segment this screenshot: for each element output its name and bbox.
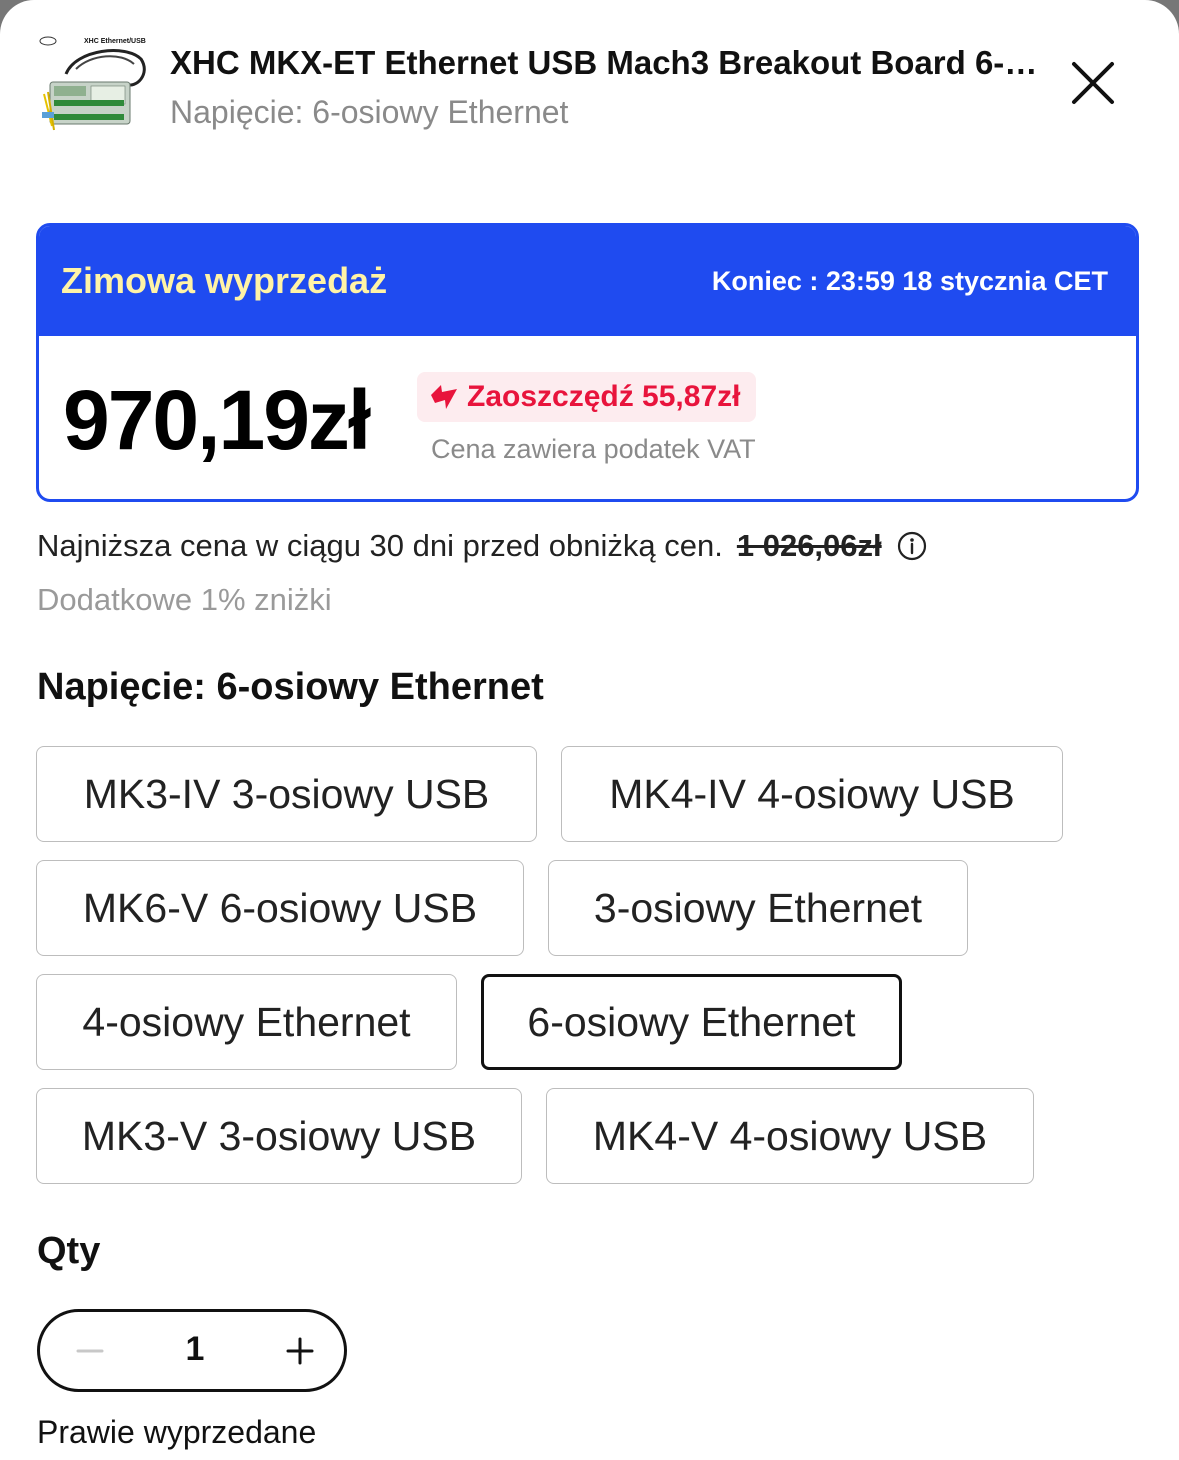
- current-price: 970,19zł: [63, 373, 371, 467]
- extra-discount: Dodatkowe 1% zniżki: [37, 582, 332, 617]
- product-options-sheet: XHC Ethernet/USB XHC MKX-ET Ethernet USB…: [0, 0, 1179, 1460]
- old-price: 1 026,06zł: [736, 528, 882, 563]
- product-title: XHC MKX-ET Ethernet USB Mach3 Breakout B…: [170, 44, 1050, 81]
- variant-option-mk6-v-usb[interactable]: MK6-V 6-osiowy USB: [36, 860, 524, 956]
- sale-name: Zimowa wyprzedaż: [61, 260, 388, 301]
- quantity-label: Qty: [37, 1230, 101, 1272]
- sale-end-time: Koniec : 23:59 18 stycznia CET: [711, 266, 1108, 296]
- variant-label: Napięcie: 6-osiowy Ethernet: [37, 666, 544, 708]
- stock-status: Prawie wyprzedane: [37, 1414, 317, 1450]
- savings-badge: Zaoszczędź 55,87zł: [417, 372, 757, 422]
- sale-banner: Zimowa wyprzedaż Koniec : 23:59 18 stycz…: [39, 226, 1136, 336]
- variant-option-6-axis-ethernet[interactable]: 6-osiowy Ethernet: [481, 974, 902, 1070]
- product-thumbnail: XHC Ethernet/USB: [36, 34, 156, 134]
- flash-sale-icon: [431, 385, 457, 409]
- thumbnail-caption: XHC Ethernet/USB: [84, 38, 146, 45]
- close-icon: [1072, 62, 1114, 104]
- selected-variant-subtitle: Napięcie: 6-osiowy Ethernet: [170, 94, 569, 130]
- variant-option-4-axis-ethernet[interactable]: 4-osiowy Ethernet: [36, 974, 457, 1070]
- sale-price-card: Zimowa wyprzedaż Koniec : 23:59 18 stycz…: [36, 223, 1139, 502]
- savings-amount: Zaoszczędź 55,87zł: [467, 380, 741, 413]
- vat-note: Cena zawiera podatek VAT: [431, 434, 756, 464]
- quantity-value[interactable]: 1: [150, 1330, 240, 1369]
- variant-option-mk4-iv-usb[interactable]: MK4-IV 4-osiowy USB: [561, 746, 1063, 842]
- variant-option-mk4-v-usb[interactable]: MK4-V 4-osiowy USB: [546, 1088, 1034, 1184]
- increase-quantity-button[interactable]: [260, 1312, 340, 1389]
- lowest-price-line: Najniższa cena w ciągu 30 dni przed obni…: [37, 528, 928, 564]
- minus-icon: [76, 1349, 104, 1352]
- quantity-stepper: 1: [37, 1309, 347, 1392]
- variant-option-mk3-iv-usb[interactable]: MK3-IV 3-osiowy USB: [36, 746, 537, 842]
- variant-option-3-axis-ethernet[interactable]: 3-osiowy Ethernet: [548, 860, 968, 956]
- variant-option-mk3-v-usb[interactable]: MK3-V 3-osiowy USB: [36, 1088, 522, 1184]
- info-icon[interactable]: [896, 530, 928, 562]
- plus-icon: [286, 1337, 314, 1364]
- close-button[interactable]: [1062, 52, 1124, 114]
- decrease-quantity-button[interactable]: [50, 1312, 130, 1389]
- lowest-price-text: Najniższa cena w ciągu 30 dni przed obni…: [37, 528, 723, 563]
